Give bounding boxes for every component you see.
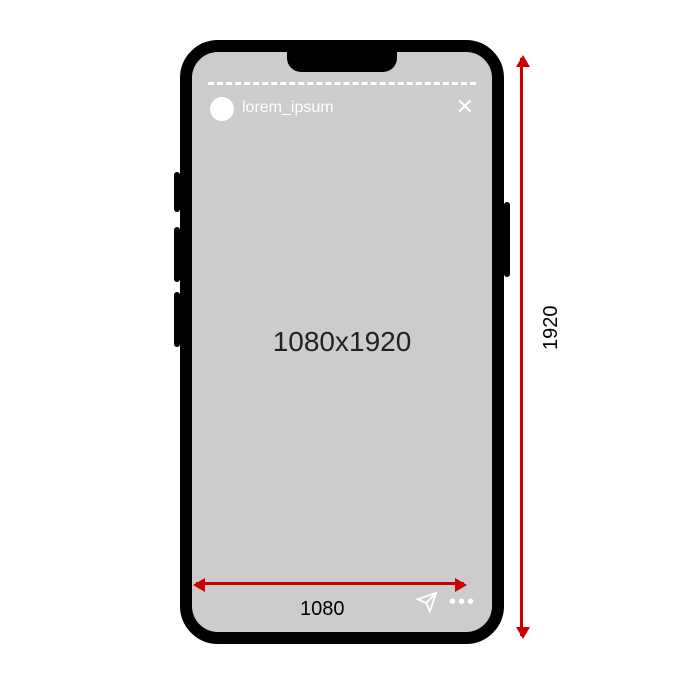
height-dimension-arrow [520,58,523,636]
resolution-label: 1080x1920 [273,326,412,358]
height-dimension-label: 1920 [540,306,563,351]
story-username[interactable]: lorem_ipsum [242,99,334,117]
diagram-stage: lorem_ipsum ✕ 1080x1920 ••• 1080 1920 [0,0,700,700]
phone-notch [287,50,397,72]
width-dimension-arrow [196,582,464,585]
close-icon[interactable]: ✕ [456,96,474,118]
width-dimension-label: 1080 [300,598,345,621]
send-icon[interactable] [416,591,438,618]
phone-side-button [174,172,180,212]
phone-side-button [504,202,510,277]
phone-side-button [174,292,180,347]
phone-side-button [174,227,180,282]
story-progress-bar [208,82,476,85]
phone-frame: lorem_ipsum ✕ 1080x1920 ••• [180,40,504,644]
avatar[interactable] [210,97,234,121]
more-icon[interactable]: ••• [449,591,476,614]
